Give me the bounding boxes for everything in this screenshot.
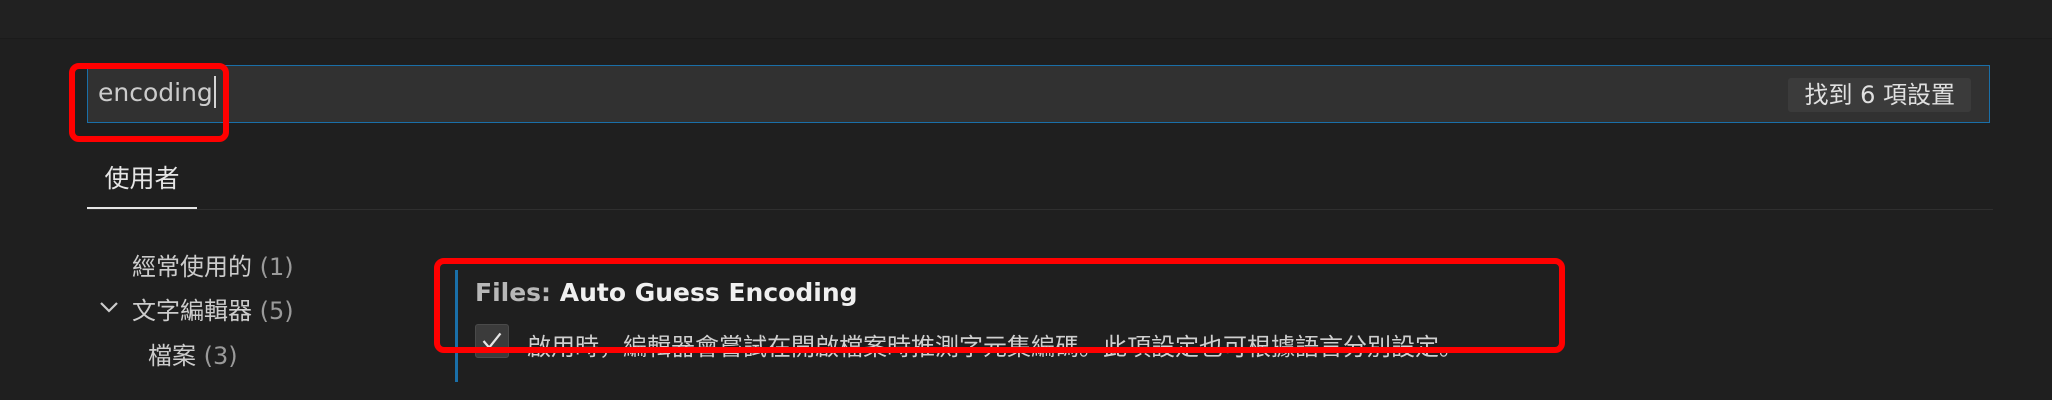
toc-item-count: (3) bbox=[203, 342, 238, 370]
setting-focus-indicator bbox=[455, 270, 458, 382]
top-bar bbox=[0, 0, 2052, 39]
search-input[interactable]: encoding bbox=[98, 76, 216, 110]
setting-name: Auto Guess Encoding bbox=[559, 278, 858, 307]
toc-item-label: 文字編輯器 bbox=[132, 297, 252, 325]
chevron-down-icon[interactable] bbox=[98, 296, 120, 318]
text-cursor bbox=[213, 76, 216, 108]
toc-item-label: 檔案 bbox=[148, 342, 196, 370]
auto-guess-encoding-checkbox[interactable] bbox=[475, 324, 509, 358]
setting-category: Files: bbox=[475, 278, 560, 307]
settings-search-box[interactable]: encoding 找到 6 項設置 bbox=[87, 65, 1990, 123]
toc-item-label: 經常使用的 bbox=[132, 253, 252, 281]
search-input-value: encoding bbox=[98, 78, 213, 107]
tab-user[interactable]: 使用者 bbox=[87, 157, 197, 209]
check-icon bbox=[482, 332, 502, 350]
toc-item-commonly-used[interactable]: 經常使用的 (1) bbox=[132, 247, 294, 282]
setting-files-auto-guess-encoding: Files: Auto Guess Encoding 啟用時，編輯器會嘗試在開啟… bbox=[455, 270, 1555, 382]
settings-editor: encoding 找到 6 項設置 使用者 經常使用的 (1) 文字編輯器 (5… bbox=[0, 39, 2052, 400]
toc-item-files[interactable]: 檔案 (3) bbox=[148, 336, 238, 371]
toc-item-text-editor[interactable]: 文字編輯器 (5) bbox=[132, 291, 294, 326]
search-result-count: 找到 6 項設置 bbox=[1788, 78, 1971, 112]
settings-tabs: 使用者 bbox=[87, 157, 1993, 210]
setting-title: Files: Auto Guess Encoding bbox=[475, 278, 858, 307]
setting-description: 啟用時，編輯器會嘗試在開啟檔案時推測字元集編碼。此項設定也可根據語言分別設定。 bbox=[527, 333, 1463, 361]
toc-item-count: (5) bbox=[259, 297, 294, 325]
toc-item-count: (1) bbox=[259, 253, 294, 281]
